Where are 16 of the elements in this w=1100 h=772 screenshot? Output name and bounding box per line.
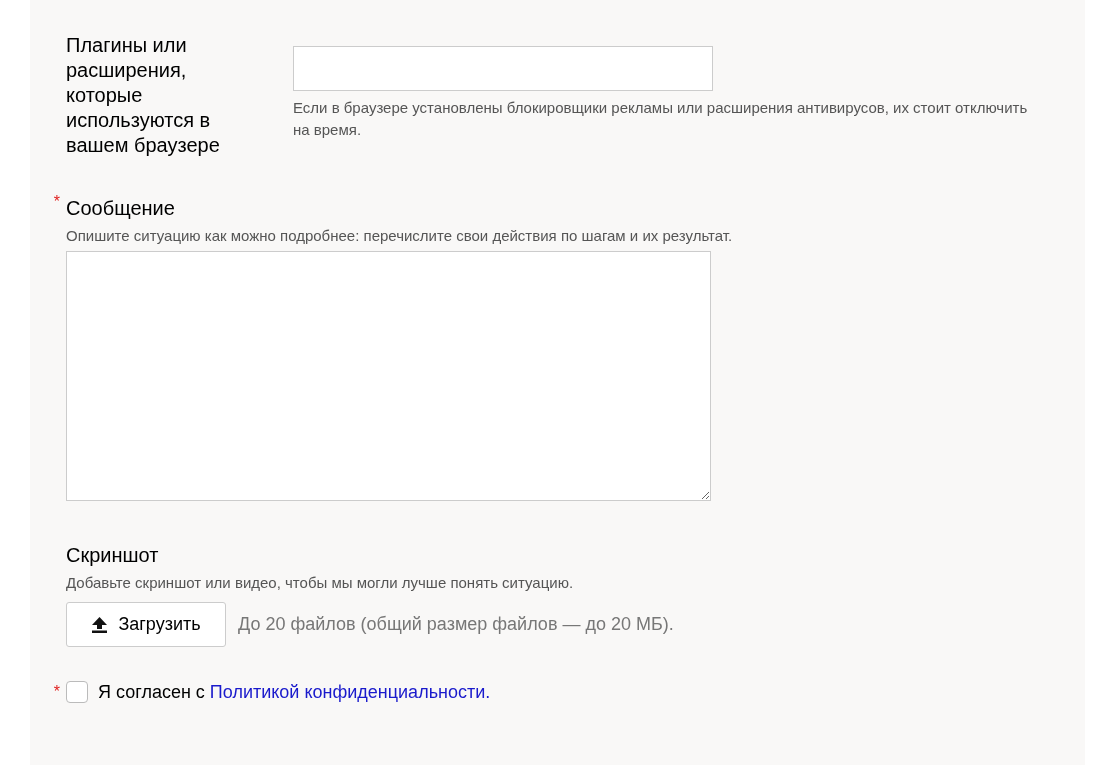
upload-note: До 20 файлов (общий размер файлов — до 20 МБ). — [238, 614, 674, 635]
checkbox[interactable] — [66, 681, 88, 703]
upload-button[interactable]: Загрузить — [66, 602, 226, 647]
required-mark: * — [53, 194, 60, 210]
consent-text: Я согласен с — [98, 681, 205, 703]
message-textarea[interactable] — [66, 251, 711, 501]
field-hint: Если в браузере установлены блокировщики рекламы или расширения антивирусов, их стоит отключить на время. — [293, 98, 1029, 140]
field-label: Сообщение — [66, 196, 175, 220]
field-description: Добавьте скриншот или видео, чтобы мы могли лучше понять ситуацию. — [66, 573, 575, 593]
field-description: Опишите ситуацию как можно подробнее: перечислите свои действия по шагам и их результат. — [66, 226, 734, 246]
field-label: Скриншот — [66, 543, 159, 567]
field-label: Плагины или расширения, которые используются в вашем браузере — [66, 33, 221, 158]
required-mark: * — [53, 684, 60, 700]
upload-icon — [91, 616, 109, 633]
input-field[interactable] — [293, 46, 713, 91]
privacy-policy-link[interactable]: Политикой конфиденциальности. — [209, 681, 491, 703]
